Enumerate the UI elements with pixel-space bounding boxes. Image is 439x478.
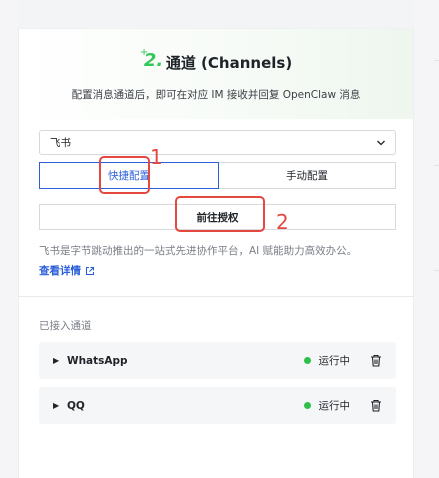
channel-status: 运行中 — [303, 353, 351, 368]
panel-subtitle: 配置消息通道后，即可在对应 IM 接收并回复 OpenClaw 消息 — [71, 89, 361, 101]
channel-status-text: 运行中 — [318, 400, 351, 412]
annotation-box-2 — [175, 196, 265, 232]
edge-tick — [434, 165, 439, 166]
annotation-number-2: 2 — [276, 210, 289, 234]
expand-caret-icon[interactable]: ▶ — [53, 401, 63, 410]
section-divider — [19, 296, 413, 297]
edge-tick — [434, 270, 439, 271]
external-link-icon — [85, 266, 95, 275]
right-sidebar-edge — [414, 0, 439, 478]
channel-status: 运行中 — [303, 398, 351, 413]
channel-row-qq[interactable]: ▶ QQ 运行中 — [39, 387, 396, 424]
edge-tick — [434, 60, 439, 61]
channel-select[interactable]: 飞书 — [39, 130, 396, 155]
channel-select-value: 飞书 — [50, 137, 71, 149]
view-details-link[interactable]: 查看详情 — [39, 263, 95, 278]
chevron-down-icon — [377, 140, 385, 146]
channel-name: QQ — [67, 399, 85, 412]
annotation-box-1 — [99, 156, 150, 194]
channel-status-text: 运行中 — [318, 355, 351, 367]
connected-channels-label: 已接入通道 — [39, 320, 92, 332]
channel-name: WhatsApp — [67, 354, 128, 367]
step-number-badge: + 2. — [140, 48, 164, 73]
channel-description: 飞书是字节跳动推出的一站式先进协作平台，AI 赋能助力高效办公。 — [39, 245, 358, 257]
channels-panel: + 2. 通道 (Channels) 配置消息通道后，即可在对应 IM 接收并回… — [18, 28, 414, 478]
trash-icon[interactable] — [370, 354, 382, 367]
panel-title: 通道 (Channels) — [165, 53, 293, 72]
left-sidebar-edge — [0, 0, 18, 478]
view-details-label: 查看详情 — [39, 265, 81, 277]
expand-caret-icon[interactable]: ▶ — [53, 356, 63, 365]
panel-title-row: + 2. 通道 (Channels) — [19, 48, 413, 75]
tab-manual-config-label: 手动配置 — [286, 170, 328, 182]
tab-manual-config[interactable]: 手动配置 — [219, 162, 396, 189]
running-status-dot — [303, 357, 311, 364]
running-status-dot — [303, 402, 311, 409]
trash-icon[interactable] — [370, 399, 382, 412]
step-number: 2. — [143, 50, 164, 71]
channel-row-whatsapp[interactable]: ▶ WhatsApp 运行中 — [39, 342, 396, 379]
annotation-number-1: 1 — [150, 145, 163, 169]
